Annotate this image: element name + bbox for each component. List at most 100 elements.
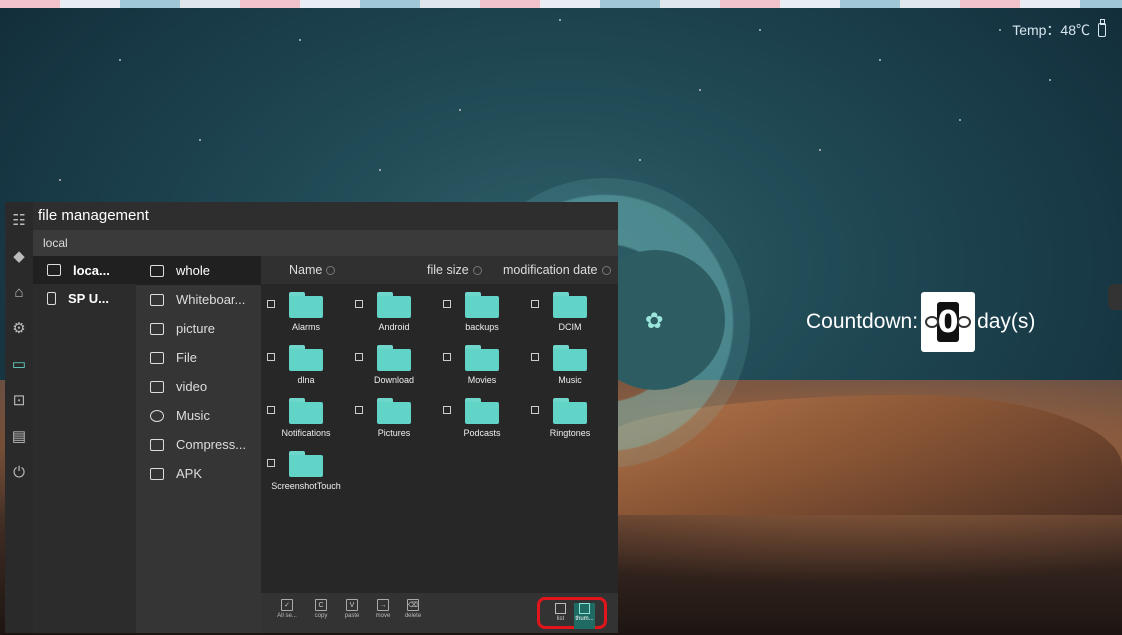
monitor-icon [47, 264, 61, 276]
paste-icon: V [346, 599, 358, 611]
category-label: File [176, 350, 197, 365]
folder-checkbox[interactable] [443, 300, 451, 308]
folder-checkbox[interactable] [355, 300, 363, 308]
calendar-ring-icon [957, 316, 972, 328]
sort-name[interactable]: Name [289, 263, 336, 277]
paste-label: paste [344, 613, 360, 619]
folder-item[interactable]: Ringtones [527, 394, 613, 441]
folder-checkbox[interactable] [355, 353, 363, 361]
folder-item[interactable]: Pictures [351, 394, 437, 441]
category-item-apk[interactable]: APK [136, 459, 261, 488]
folder-item[interactable]: backups [439, 288, 525, 335]
folder-item[interactable]: Alarms [263, 288, 349, 335]
category-item-music[interactable]: Music [136, 401, 261, 430]
folder-item[interactable]: Podcasts [439, 394, 525, 441]
folder-checkbox[interactable] [531, 353, 539, 361]
column-size-label: file size [427, 263, 469, 277]
folder-label: ScreenshotTouch [271, 481, 341, 491]
settings-icon[interactable]: ⚙ [5, 310, 33, 346]
category-item-picture[interactable]: picture [136, 314, 261, 343]
breadcrumb[interactable]: local [33, 230, 618, 256]
countdown-label: Countdown: [806, 310, 919, 333]
category-label: whole [176, 263, 210, 278]
grid-icon [579, 603, 590, 614]
folder-icon [289, 451, 323, 477]
clover-icon[interactable]: ✿ [645, 308, 663, 334]
power-icon[interactable]: ⏻ [5, 454, 33, 490]
sort-date[interactable]: modification date [503, 263, 611, 277]
folder-icon [553, 398, 587, 424]
countdown-widget: Countdown: 0 day(s) [806, 292, 1035, 352]
folder-label: Alarms [291, 322, 320, 332]
folder-item[interactable]: Android [351, 288, 437, 335]
countdown-unit: day(s) [977, 310, 1036, 333]
category-item-compress[interactable]: Compress... [136, 430, 261, 459]
folder-item[interactable]: Movies [439, 341, 525, 388]
folder-checkbox[interactable] [443, 353, 451, 361]
category-item-file[interactable]: File [136, 343, 261, 372]
list-view-button[interactable]: list [550, 603, 571, 629]
apps-icon[interactable]: ☷ [5, 202, 33, 238]
delete-button[interactable]: ⌫ delete [403, 599, 423, 627]
back-icon[interactable]: ◆ [5, 238, 33, 274]
folder-label: Ringtones [549, 428, 591, 438]
folder-checkbox[interactable] [267, 300, 275, 308]
file-icon [150, 351, 164, 364]
move-icon: → [377, 599, 389, 611]
folder-icon[interactable]: ▭ [5, 346, 33, 382]
left-dock: ☷ ◆ ⌂ ⚙ ▭ ⊡ ▤ ⏻ [5, 202, 33, 633]
folder-checkbox[interactable] [531, 300, 539, 308]
folder-icon [289, 292, 323, 318]
device-item-local[interactable]: loca... [33, 256, 136, 284]
folder-icon [553, 345, 587, 371]
category-label: picture [176, 321, 216, 336]
column-date-label: modification date [503, 263, 598, 277]
device-label: SP U... [68, 290, 109, 306]
folder-item[interactable]: ScreenshotTouch [263, 447, 349, 494]
folder-icon [289, 398, 323, 424]
category-item-video[interactable]: video [136, 372, 261, 401]
apk-icon [150, 467, 164, 480]
folder-checkbox[interactable] [267, 406, 275, 414]
folder-checkbox[interactable] [355, 406, 363, 414]
folder-checkbox[interactable] [267, 353, 275, 361]
delete-label: delete [404, 613, 422, 619]
folder-item[interactable]: DCIM [527, 288, 613, 335]
select-all-button[interactable]: ✓ All se... [277, 599, 297, 627]
folder-checkbox[interactable] [531, 406, 539, 414]
sort-size[interactable]: file size [427, 263, 482, 277]
select-all-icon: ✓ [281, 599, 293, 611]
folder-icon [289, 345, 323, 371]
folder-item[interactable]: dlna [263, 341, 349, 388]
category-item-whiteboard[interactable]: Whiteboar... [136, 285, 261, 314]
thumbnail-view-button[interactable]: thum... [574, 603, 595, 629]
record-icon[interactable]: ⊡ [5, 382, 33, 418]
category-label: APK [176, 466, 203, 481]
side-drawer-handle[interactable] [1108, 284, 1122, 310]
list-icon [555, 603, 566, 614]
folder-label: Android [378, 322, 410, 332]
top-status-band [0, 0, 1122, 8]
device-item-usb[interactable]: SP U... [33, 284, 136, 312]
home-icon[interactable]: ⌂ [5, 274, 33, 310]
category-item-whole[interactable]: whole [136, 256, 261, 285]
folder-grid: Alarms Android backups DCIM dlna Download Movi… [261, 288, 618, 494]
flip-calendar: 0 [921, 292, 976, 352]
copy-button[interactable]: Ccopy [311, 599, 331, 627]
folder-checkbox[interactable] [443, 406, 451, 414]
move-button[interactable]: → move [373, 599, 393, 627]
folder-item[interactable]: Notifications [263, 394, 349, 441]
folder-icon [377, 292, 411, 318]
whiteboard-icon[interactable]: ▤ [5, 418, 33, 454]
folder-icon [377, 398, 411, 424]
sort-icon [601, 265, 611, 275]
folder-item[interactable]: Download [351, 341, 437, 388]
device-list: loca... SP U... [33, 256, 136, 633]
paste-button[interactable]: Vpaste [342, 599, 362, 627]
select-all-label: All se... [277, 613, 297, 619]
delete-icon: ⌫ [407, 599, 419, 611]
folder-checkbox[interactable] [267, 459, 275, 467]
folder-item[interactable]: Music [527, 341, 613, 388]
thumb-label: thum... [575, 616, 594, 622]
folder-label: Pictures [377, 428, 411, 438]
